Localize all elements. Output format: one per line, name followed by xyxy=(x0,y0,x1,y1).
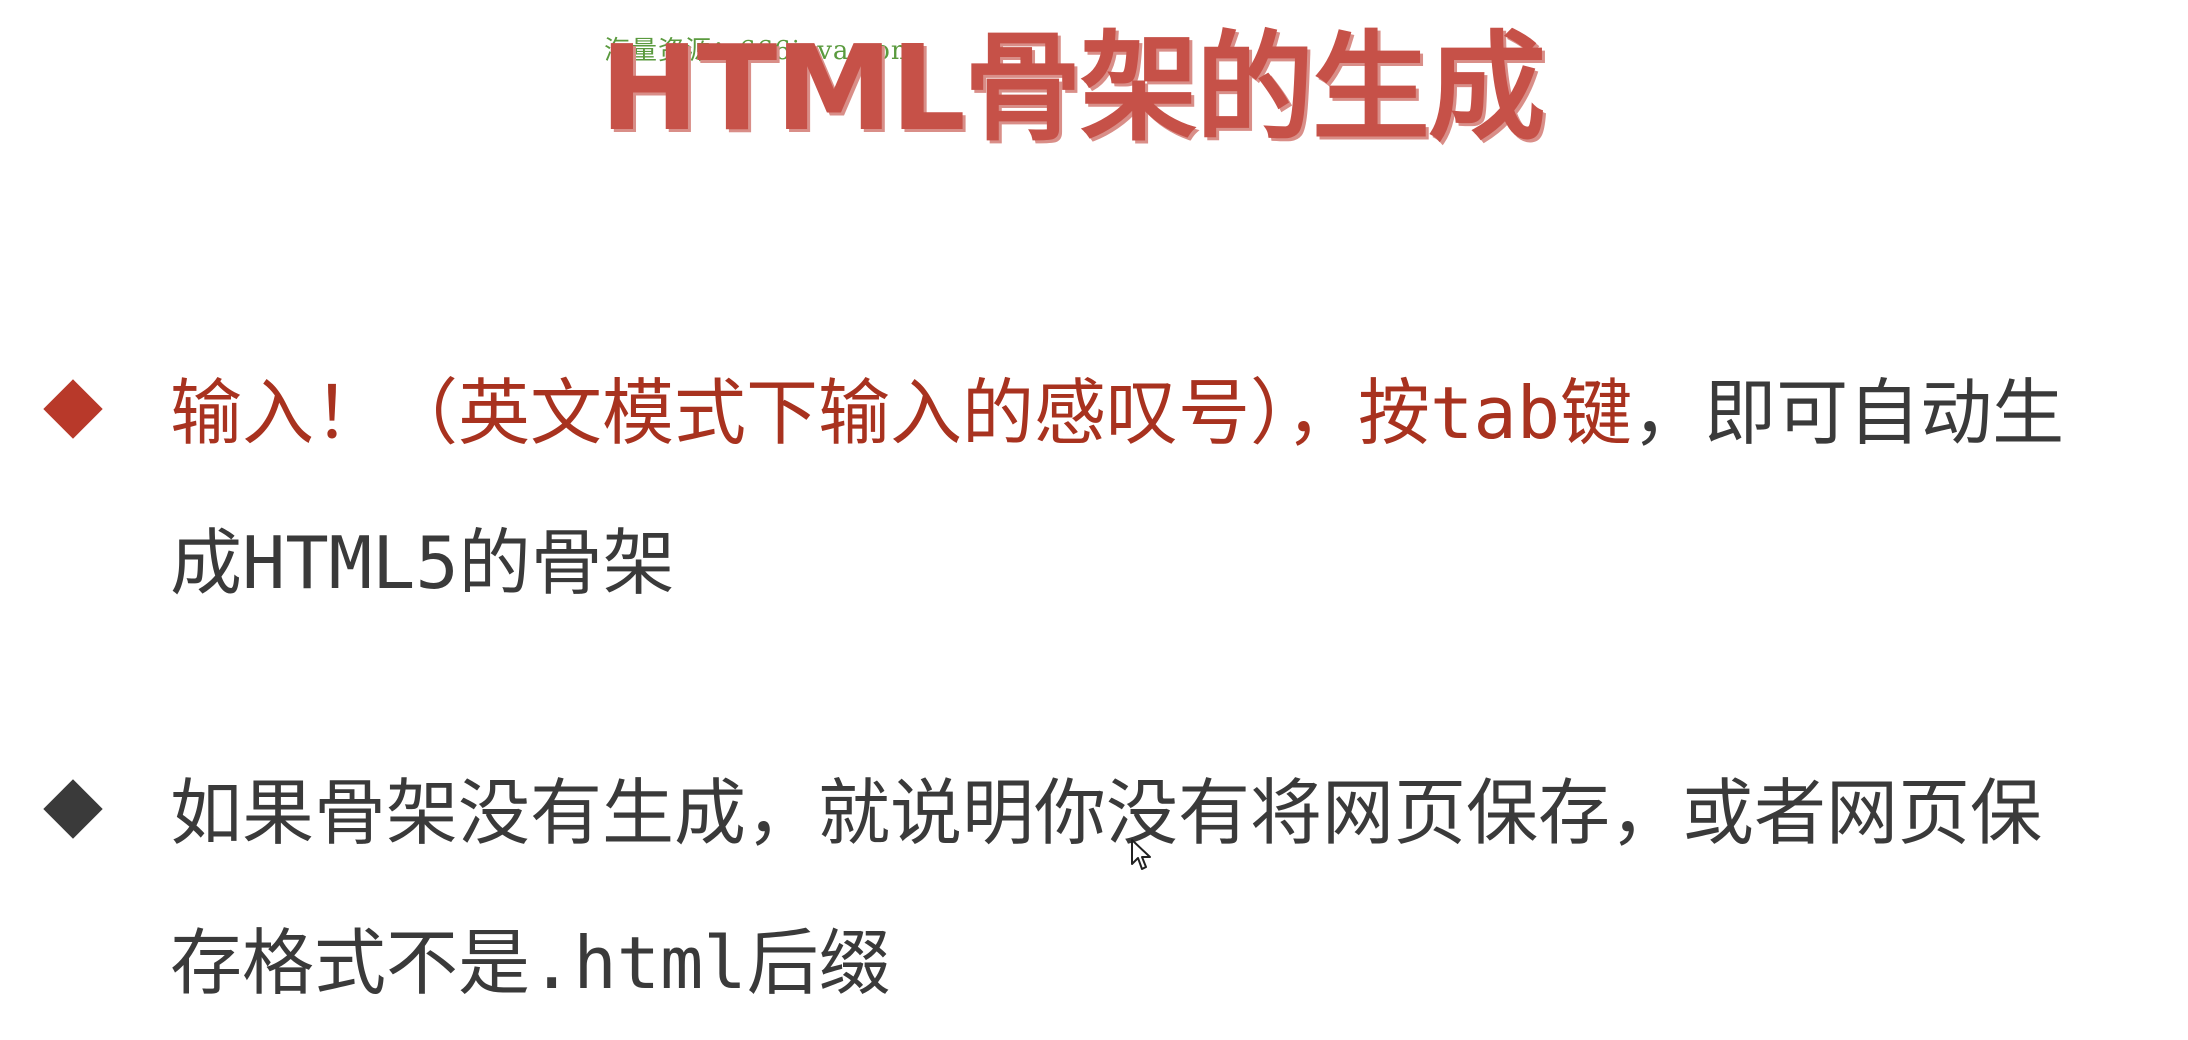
diamond-bullet-icon xyxy=(43,379,103,439)
bullet-2-text-extension: .html xyxy=(530,921,747,1005)
bullet-2-text-main: 如果骨架没有生成，就说明你没有将网页保存，或者网页保存格式不是 xyxy=(170,771,2043,1005)
diamond-bullet-icon xyxy=(43,779,103,839)
bullet-2-text-end: 后缀 xyxy=(746,921,891,1005)
mouse-pointer-icon xyxy=(1131,839,1151,870)
bullet-1-text-key: 键 xyxy=(1560,371,1633,455)
bullet-1-text-end: 的骨架 xyxy=(458,521,675,605)
bullet-1-text-tab: tab xyxy=(1430,371,1561,455)
slide-title: HTML骨架的生成 xyxy=(600,19,1546,157)
bullet-item-1: 输入！（英文模式下输入的感叹号），按tab键，即可自动生成HTML5的骨架 xyxy=(43,338,2070,638)
bullet-1-text-highlight: 输入！（英文模式下输入的感叹号），按 xyxy=(170,371,1431,455)
bullet-item-2: 如果骨架没有生成，就说明你没有将网页保存，或者网页保存格式不是.html后缀 xyxy=(43,738,2070,1038)
bullet-1-text-html5: HTML5 xyxy=(242,521,459,605)
